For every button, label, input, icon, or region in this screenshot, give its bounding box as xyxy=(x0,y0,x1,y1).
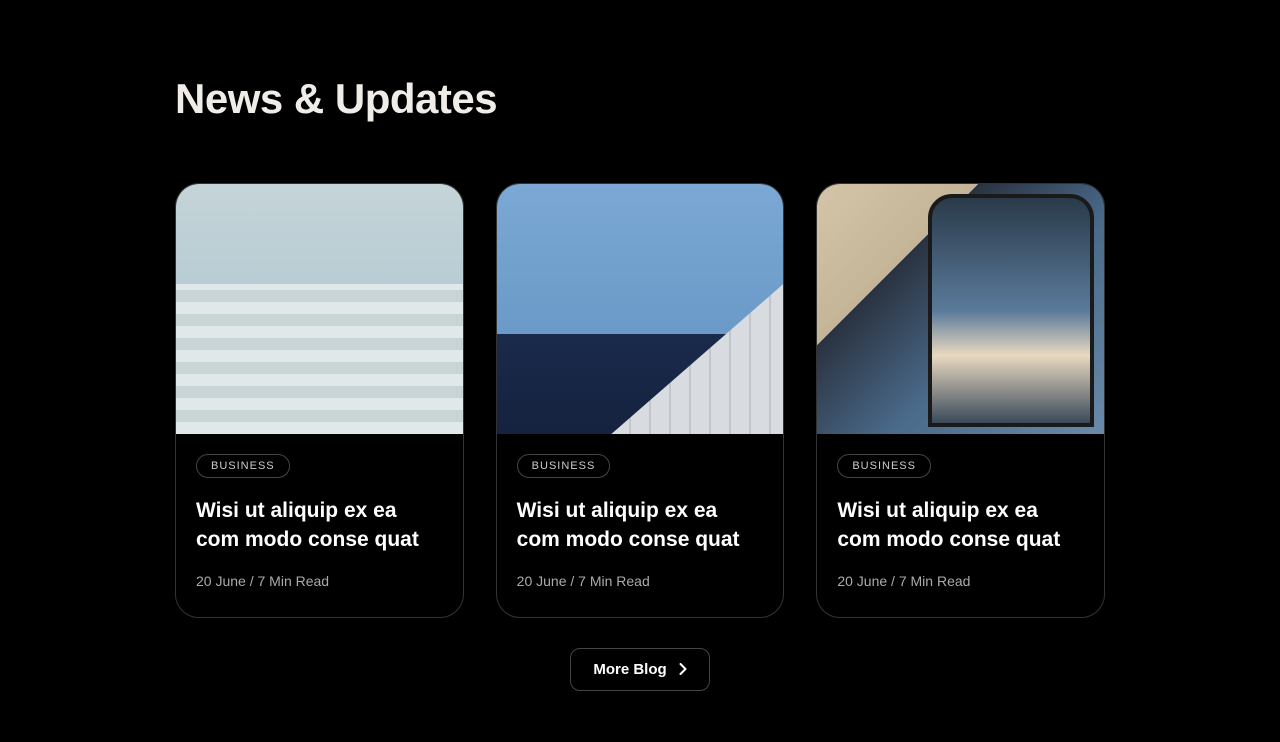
card-body: BUSINESS Wisi ut aliquip ex ea com modo … xyxy=(497,434,784,617)
chevron-right-icon xyxy=(679,663,687,675)
more-blog-button[interactable]: More Blog xyxy=(570,648,709,691)
news-section: News & Updates BUSINESS Wisi ut aliquip … xyxy=(0,0,1280,741)
card-meta: 20 June / 7 Min Read xyxy=(517,573,764,589)
card-thumbnail xyxy=(176,184,463,434)
card-title[interactable]: Wisi ut aliquip ex ea com modo conse qua… xyxy=(517,496,764,555)
card-meta: 20 June / 7 Min Read xyxy=(196,573,443,589)
card-body: BUSINESS Wisi ut aliquip ex ea com modo … xyxy=(176,434,463,617)
card-meta: 20 June / 7 Min Read xyxy=(837,573,1084,589)
category-badge[interactable]: BUSINESS xyxy=(517,454,611,478)
category-badge[interactable]: BUSINESS xyxy=(837,454,931,478)
section-title: News & Updates xyxy=(175,75,1105,123)
category-badge[interactable]: BUSINESS xyxy=(196,454,290,478)
blog-card[interactable]: BUSINESS Wisi ut aliquip ex ea com modo … xyxy=(816,183,1105,618)
card-thumbnail xyxy=(817,184,1104,434)
more-blog-label: More Blog xyxy=(593,661,666,678)
card-title[interactable]: Wisi ut aliquip ex ea com modo conse qua… xyxy=(196,496,443,555)
card-title[interactable]: Wisi ut aliquip ex ea com modo conse qua… xyxy=(837,496,1084,555)
card-body: BUSINESS Wisi ut aliquip ex ea com modo … xyxy=(817,434,1104,617)
blog-card[interactable]: BUSINESS Wisi ut aliquip ex ea com modo … xyxy=(175,183,464,618)
card-thumbnail xyxy=(497,184,784,434)
cards-grid: BUSINESS Wisi ut aliquip ex ea com modo … xyxy=(175,183,1105,618)
button-wrapper: More Blog xyxy=(175,648,1105,691)
blog-card[interactable]: BUSINESS Wisi ut aliquip ex ea com modo … xyxy=(496,183,785,618)
